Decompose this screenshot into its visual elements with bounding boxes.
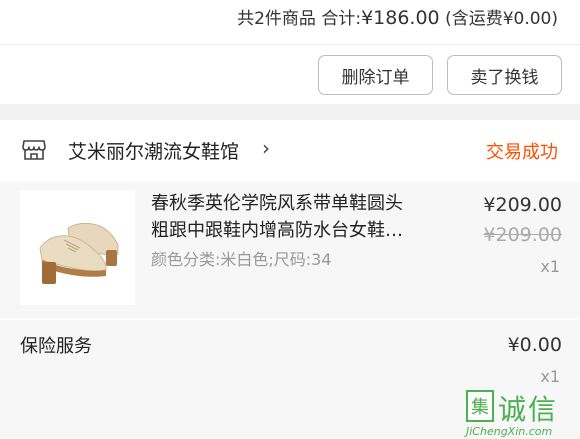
site-watermark: 集 诚信 JiChengXin.com bbox=[466, 388, 578, 439]
item-count: 共2件商品 bbox=[237, 9, 316, 29]
total-amount: ¥186.00 bbox=[361, 7, 440, 29]
shop-icon bbox=[22, 140, 46, 160]
shop-header[interactable]: 艾米丽尔潮流女鞋馆 › 交易成功 bbox=[0, 120, 580, 182]
insurance-price: ¥0.00 bbox=[507, 334, 562, 356]
product-image[interactable] bbox=[20, 190, 135, 305]
product-original-price: ¥209.00 bbox=[483, 224, 562, 246]
order-summary-text: 共2件商品 合计:¥186.00 (含运费¥0.00) bbox=[237, 4, 558, 29]
insurance-quantity: x1 bbox=[540, 367, 560, 386]
watermark-text: 诚信 bbox=[498, 393, 559, 426]
order-action-bar: 删除订单 卖了换钱 bbox=[0, 44, 580, 104]
watermark-logo: 集 bbox=[466, 390, 494, 422]
product-price: ¥209.00 bbox=[483, 194, 562, 216]
product-title-line-2: 粗跟中跟鞋内增高防水台女鞋… bbox=[151, 220, 403, 241]
delete-order-button[interactable]: 删除订单 bbox=[318, 55, 433, 95]
watermark-url: JiChengXin.com bbox=[466, 425, 553, 438]
order-summary-bar: 共2件商品 合计:¥186.00 (含运费¥0.00) bbox=[0, 0, 580, 44]
total-label: 合计: bbox=[321, 9, 362, 29]
product-title[interactable]: 春秋季英伦学院风系带单鞋圆头 粗跟中跟鞋内增高防水台女鞋… bbox=[151, 190, 441, 244]
chevron-right-icon[interactable]: › bbox=[262, 136, 270, 160]
order-status: 交易成功 bbox=[486, 142, 558, 163]
sell-resell-button[interactable]: 卖了换钱 bbox=[447, 55, 562, 95]
product-item[interactable]: 春秋季英伦学院风系带单鞋圆头 粗跟中跟鞋内增高防水台女鞋… 颜色分类:米白色;尺… bbox=[0, 182, 580, 318]
insurance-label: 保险服务 bbox=[20, 336, 92, 357]
shop-name[interactable]: 艾米丽尔潮流女鞋馆 bbox=[68, 137, 239, 164]
product-quantity: x1 bbox=[540, 257, 560, 276]
shipping-note: (含运费¥0.00) bbox=[445, 9, 558, 29]
shoe-image bbox=[20, 190, 135, 305]
product-title-line-1: 春秋季英伦学院风系带单鞋圆头 bbox=[151, 193, 403, 214]
product-sku: 颜色分类:米白色;尺码:34 bbox=[151, 250, 332, 269]
